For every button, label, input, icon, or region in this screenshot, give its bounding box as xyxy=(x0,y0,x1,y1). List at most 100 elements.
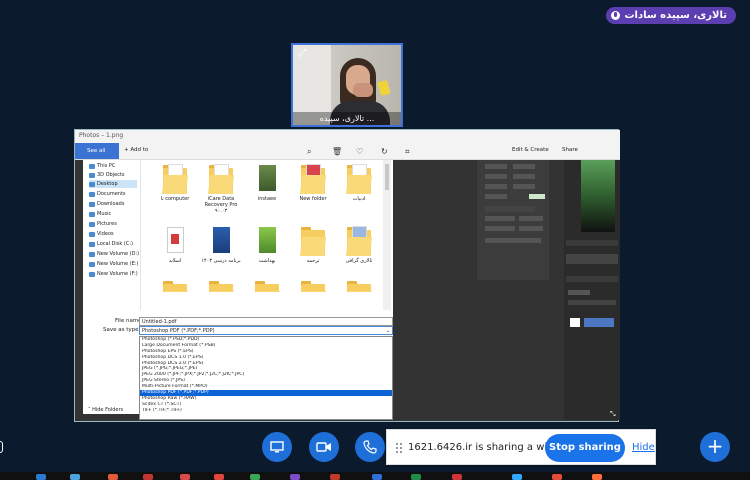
list-item[interactable] xyxy=(199,280,243,292)
nav-item-local-disk-c[interactable]: Local Disk (C:) xyxy=(89,240,133,248)
taskbar-app-icon[interactable] xyxy=(70,474,80,480)
nav-item-label: This PC xyxy=(97,163,116,169)
list-item[interactable]: تالاری گرافی xyxy=(337,226,381,282)
list-item[interactable] xyxy=(291,280,335,292)
folder-icon xyxy=(162,280,188,292)
resize-icon[interactable]: ⤡ xyxy=(610,410,616,419)
add-to-button[interactable]: + Add to xyxy=(124,147,148,153)
file-list-scrollbar[interactable] xyxy=(383,160,391,310)
list-item[interactable]: New folder xyxy=(291,164,335,220)
taskbar-app-icon[interactable] xyxy=(452,474,462,480)
taskbar-app-icon[interactable] xyxy=(411,474,421,480)
save-as-dialog: This PC 3D Objects Desktop Documents Dow… xyxy=(83,160,393,420)
color-picker-gradient[interactable] xyxy=(581,160,615,232)
list-item[interactable]: تا computer xyxy=(153,164,197,220)
file-name: ادبیات xyxy=(352,196,366,202)
screen-share-button[interactable] xyxy=(262,432,292,462)
hide-folders-toggle[interactable]: ˄ Hide Folders xyxy=(88,407,123,413)
file-name: ترجمه xyxy=(306,258,320,264)
photoshop-panel-controls xyxy=(485,164,545,243)
nav-item-volume-e[interactable]: New Volume (E:) xyxy=(89,260,138,268)
taskbar-app-icon[interactable] xyxy=(372,474,382,480)
save-as-type-dropdown[interactable]: Photoshop (*.PSD;*.PDD) Large Document F… xyxy=(139,336,393,420)
taskbar-app-icon[interactable] xyxy=(330,474,340,480)
taskbar-app-icon[interactable] xyxy=(592,474,602,480)
nav-item-downloads[interactable]: Downloads xyxy=(89,200,124,208)
drag-handle-icon[interactable] xyxy=(396,443,402,453)
delete-icon[interactable]: 🗑 xyxy=(332,147,342,156)
scrollbar-thumb[interactable] xyxy=(385,164,389,190)
left-edge-control[interactable] xyxy=(0,441,3,453)
nav-item-desktop[interactable]: Desktop xyxy=(89,180,137,188)
save-as-type-select[interactable]: Photoshop PDF (*.PDF;*.PDP) ⌄ xyxy=(139,326,393,335)
nav-item-this-pc[interactable]: This PC xyxy=(89,162,115,170)
list-item[interactable]: اسلاید xyxy=(153,226,197,282)
taskbar-app-icon[interactable] xyxy=(214,474,224,480)
taskbar-app-icon[interactable] xyxy=(108,474,118,480)
hide-link[interactable]: Hide xyxy=(632,430,655,466)
taskbar-app-icon[interactable] xyxy=(250,474,260,480)
list-item[interactable]: iCare Data Recovery Pro ۹۰.۰۳ xyxy=(199,164,243,220)
share-button[interactable]: Share xyxy=(562,147,578,153)
nav-item-volume-f[interactable]: New Volume (F:) xyxy=(89,270,138,278)
taskbar-app-icon[interactable] xyxy=(36,474,46,480)
list-item[interactable] xyxy=(245,280,289,292)
downloads-icon xyxy=(89,201,95,207)
nav-item-label: Downloads xyxy=(97,201,125,207)
file-name: برنامه درسی ۱۴۰۳ xyxy=(201,258,241,264)
file-name: instaee xyxy=(257,196,277,202)
add-to-label: Add to xyxy=(130,147,149,153)
documents-icon xyxy=(89,191,95,197)
book-thumbnail-icon xyxy=(209,226,233,256)
see-all-photos-button[interactable]: See all photos xyxy=(75,143,119,170)
nav-item-videos[interactable]: Videos xyxy=(89,230,114,238)
file-name: New folder xyxy=(299,196,327,202)
video-button[interactable] xyxy=(309,432,339,462)
save-as-type-label: Save as type: xyxy=(103,327,141,333)
crop-icon[interactable]: ⌗ xyxy=(405,147,410,157)
webcam-person-hand xyxy=(353,83,373,97)
file-name-field[interactable]: Untitled-1.pdf xyxy=(139,317,393,326)
list-item[interactable]: ادبیات xyxy=(337,164,381,220)
stop-sharing-button[interactable]: Stop sharing xyxy=(545,434,625,462)
type-option[interactable]: TIFF (*.TIF;*.TIFF) xyxy=(140,408,392,414)
list-item[interactable]: instaee xyxy=(245,164,289,220)
folder-icon xyxy=(300,226,326,256)
nav-item-pictures[interactable]: Pictures xyxy=(89,220,117,228)
zoom-icon[interactable]: ⌕ xyxy=(307,147,311,157)
list-item[interactable] xyxy=(153,280,197,292)
webcam-tile[interactable]: ⤢ تالاری، سپیده ... xyxy=(291,43,403,127)
taskbar-app-icon[interactable] xyxy=(143,474,153,480)
nav-item-documents[interactable]: Documents xyxy=(89,190,126,198)
taskbar-app-icon[interactable] xyxy=(290,474,300,480)
list-item[interactable] xyxy=(337,280,381,292)
edit-create-button[interactable]: Edit & Create xyxy=(512,147,549,153)
folder-icon xyxy=(254,280,280,292)
3d-objects-icon xyxy=(89,172,95,178)
drive-icon xyxy=(89,271,95,277)
nav-item-3d-objects[interactable]: 3D Objects xyxy=(89,171,125,179)
list-item[interactable]: برنامه درسی ۱۴۰۳ xyxy=(199,226,243,282)
add-button[interactable]: + xyxy=(700,432,730,462)
image-thumbnail-icon xyxy=(255,164,279,194)
list-item[interactable]: ترجمه xyxy=(291,226,335,282)
photos-toolbar: Photos – 1.png See all photos + Add to ⌕… xyxy=(75,130,620,170)
videos-icon xyxy=(89,231,95,237)
taskbar-app-icon[interactable] xyxy=(552,474,562,480)
file-list: تا computer iCare Data Recovery Pro ۹۰.۰… xyxy=(143,160,383,310)
folder-icon xyxy=(346,164,372,194)
window-title: Photos – 1.png xyxy=(79,132,124,139)
list-item[interactable]: بهداشت xyxy=(245,226,289,282)
call-button[interactable] xyxy=(355,432,385,462)
microphone-icon xyxy=(611,11,621,20)
expand-icon[interactable]: ⤢ xyxy=(297,48,308,59)
taskbar-app-icon[interactable] xyxy=(180,474,190,480)
nav-item-volume-d[interactable]: New Volume (D:) xyxy=(89,250,139,258)
drive-icon xyxy=(89,261,95,267)
nav-item-music[interactable]: Music xyxy=(89,210,111,218)
favorite-icon[interactable]: ♡ xyxy=(356,147,363,156)
folder-icon xyxy=(300,280,326,292)
computer-icon xyxy=(89,163,95,169)
rotate-icon[interactable]: ↻ xyxy=(381,147,388,156)
taskbar-app-icon[interactable] xyxy=(512,474,522,480)
